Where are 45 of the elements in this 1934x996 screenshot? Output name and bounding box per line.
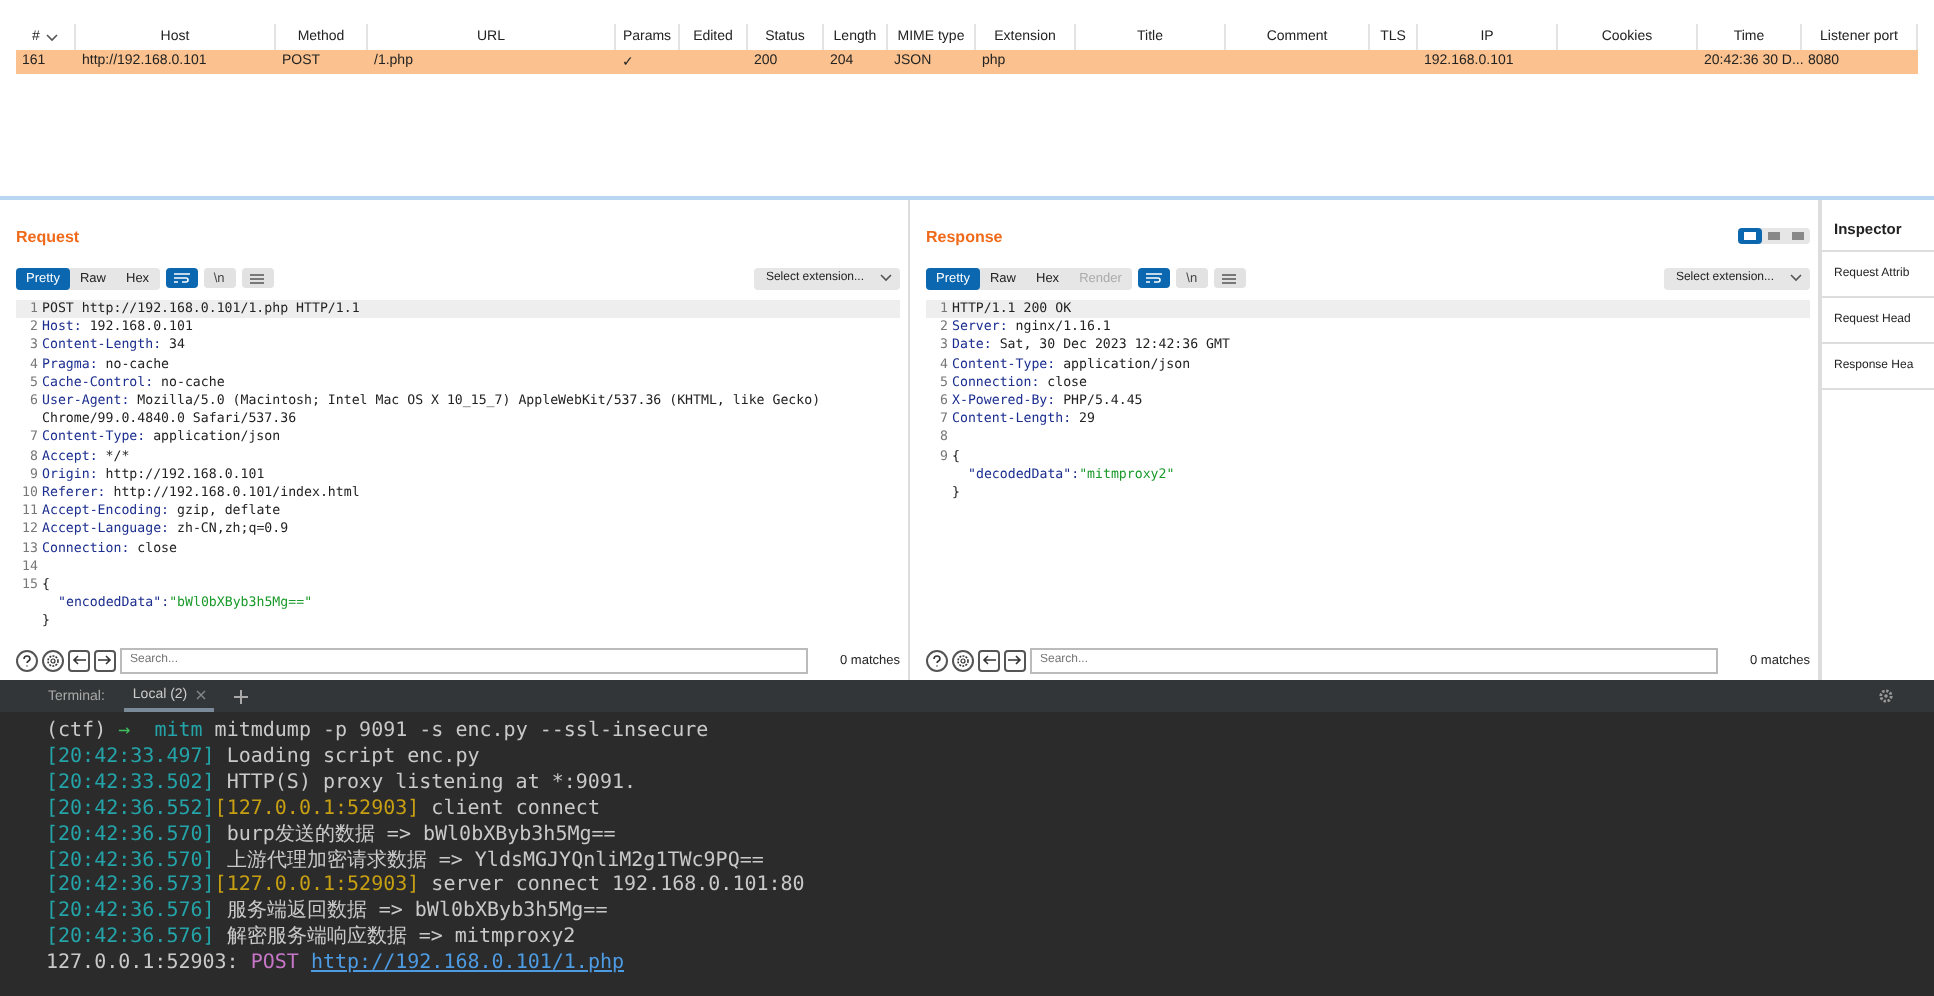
- back-arrow-icon: [72, 654, 86, 666]
- menu-button[interactable]: [1213, 268, 1246, 288]
- wrap-button[interactable]: [1137, 268, 1170, 288]
- help-button[interactable]: [926, 649, 948, 671]
- settings-icon: [46, 653, 60, 667]
- wrap-icon: [173, 272, 190, 284]
- caret-icon: [1790, 274, 1802, 282]
- settings-icon: [956, 653, 970, 667]
- panel-title: Request: [16, 227, 80, 245]
- menu-button[interactable]: [241, 268, 274, 288]
- forward-arrow-icon: [98, 654, 112, 666]
- terminal-line: [20:42:36.570] burp发送的数据 => bWl0bXByb3h5Mg==: [46, 823, 618, 849]
- caret-icon: [45, 33, 58, 41]
- wrap-icon: [1145, 272, 1162, 284]
- panel-title: Response: [926, 227, 1003, 245]
- forward-arrow-icon: [1008, 654, 1022, 666]
- terminal-line: [20:42:36.576] 服务端返回数据 => bWl0bXByb3h5Mg==: [46, 900, 610, 925]
- settings-button[interactable]: [952, 649, 974, 671]
- terminal-line: [20:42:33.497] Loading script enc.py: [46, 745, 482, 772]
- terminal-line: [20:42:36.576] 解密服务端响应数据 => mitmproxy2: [46, 926, 578, 952]
- terminal-line: [20:42:36.573][127.0.0.1:52903] server connect 192.168.0.101:80: [46, 874, 807, 899]
- terminal-line: (ctf) → mitm mitmdump -p 9091 -s enc.py --ssl-insecure: [46, 720, 711, 746]
- back-arrow-icon: [982, 654, 996, 666]
- terminal-line: [20:42:36.552][127.0.0.1:52903] client connect: [46, 797, 602, 824]
- help-icon: [930, 653, 944, 667]
- menu-icon: [1222, 273, 1237, 283]
- forward-button[interactable]: [94, 649, 116, 671]
- layout-toggle[interactable]: [1762, 228, 1786, 244]
- menu-icon: [250, 273, 265, 283]
- help-button[interactable]: [16, 649, 38, 671]
- back-button[interactable]: [978, 649, 1000, 671]
- settings-button[interactable]: [42, 649, 64, 671]
- forward-button[interactable]: [1004, 649, 1026, 671]
- back-button[interactable]: [68, 649, 90, 671]
- settings-icon[interactable]: [1878, 688, 1894, 704]
- terminal-line: [20:42:33.502] HTTP(S) proxy listening at *:9091.: [46, 771, 639, 798]
- terminal-line: [20:42:36.570] 上游代理加密请求数据 => YldsMGJYQnliM2g1TWc9PQ==: [46, 849, 766, 874]
- wrap-button[interactable]: [165, 268, 198, 288]
- layout-toggle[interactable]: [1786, 228, 1810, 244]
- caret-icon: [880, 274, 892, 282]
- terminal-line: 127.0.0.1:52903: POST http://192.168.0.101/1.php: [46, 952, 627, 979]
- layout-toggle[interactable]: [1738, 228, 1762, 244]
- add-icon[interactable]: [233, 689, 248, 703]
- help-icon: [20, 653, 34, 667]
- close-icon: [195, 689, 206, 699]
